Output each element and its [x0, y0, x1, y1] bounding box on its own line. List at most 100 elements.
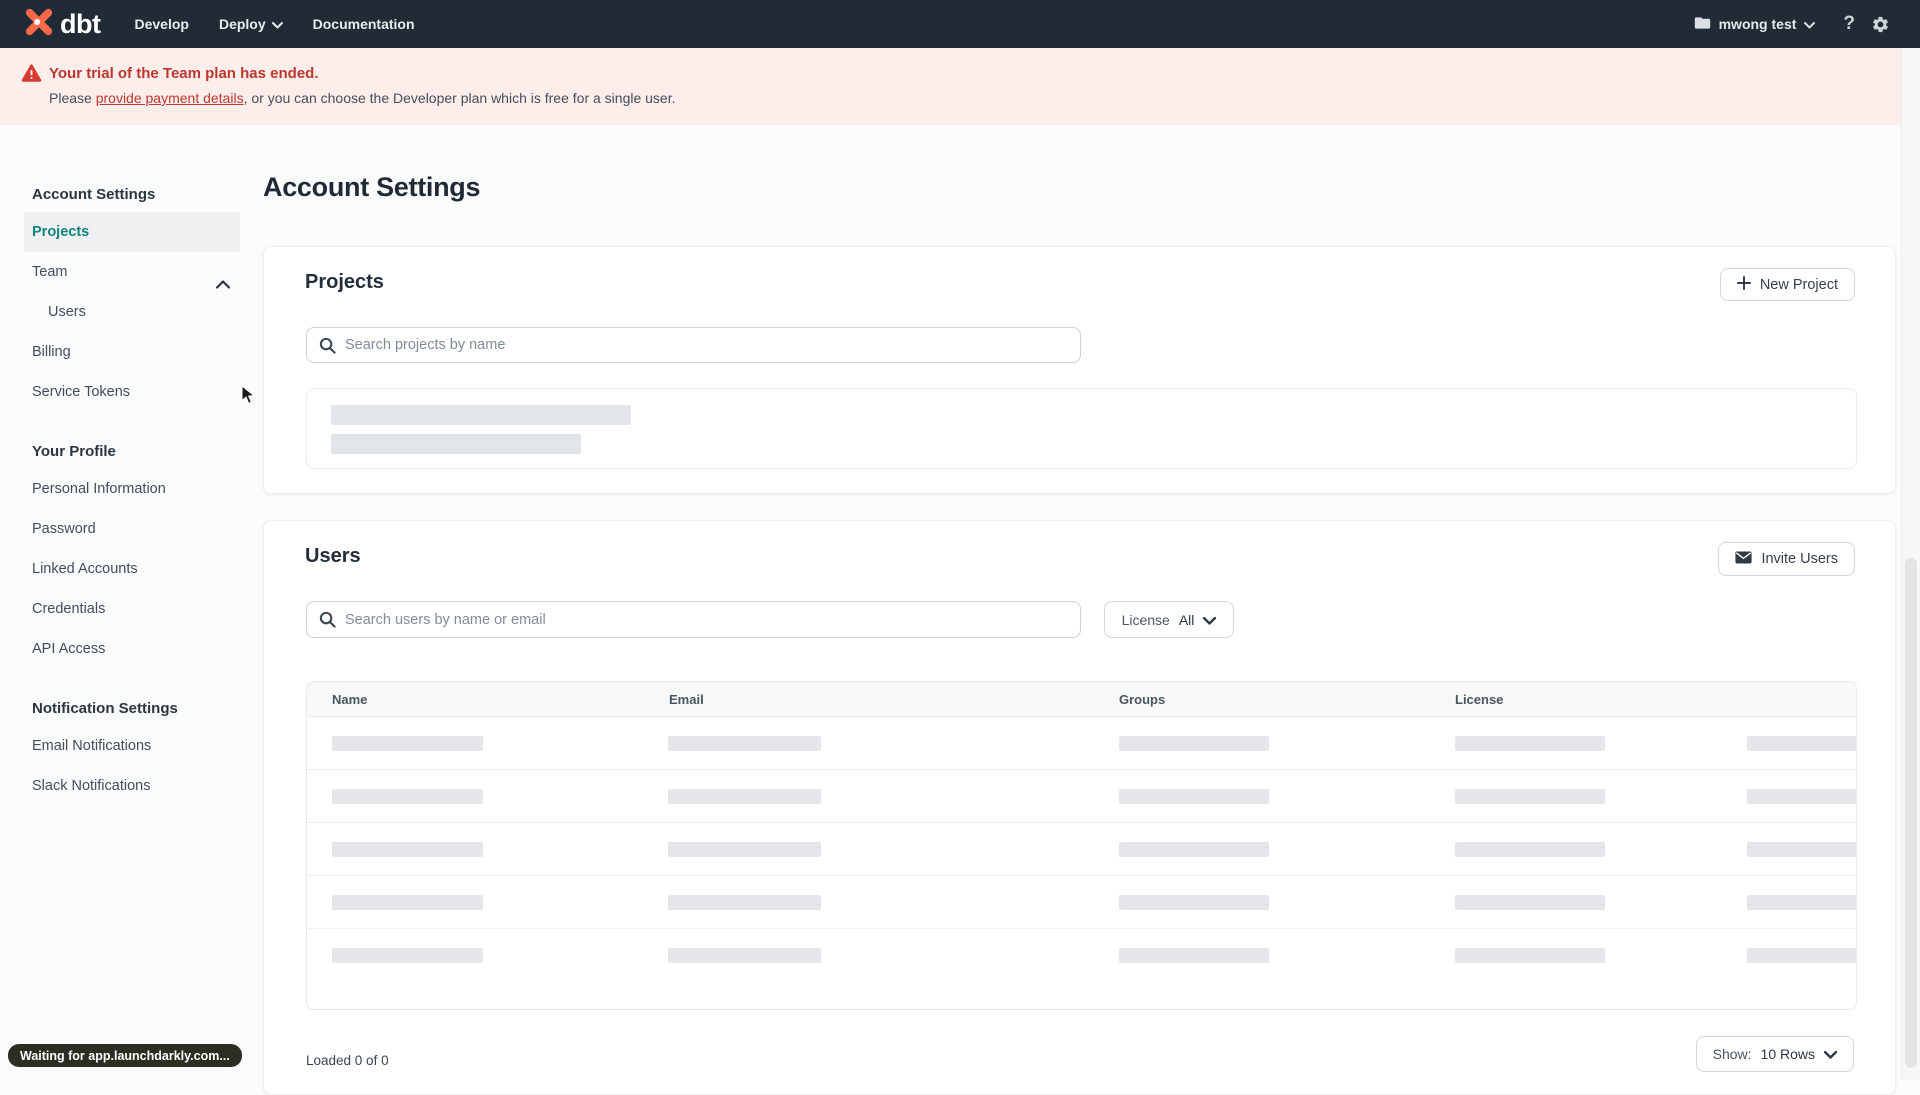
skeleton-bar — [1747, 842, 1856, 857]
trial-ended-banner: Your trial of the Team plan has ended. P… — [0, 48, 1920, 125]
skeleton-bar — [1119, 842, 1269, 857]
sidebar-item-password[interactable]: Password — [24, 509, 240, 549]
skeleton-bar — [668, 789, 821, 804]
dbt-logo-icon — [24, 7, 54, 42]
skeleton-bar — [1119, 895, 1269, 910]
column-header-license: License — [1455, 692, 1504, 707]
sidebar-item-email-notifications[interactable]: Email Notifications — [24, 726, 240, 766]
plus-icon — [1736, 275, 1751, 294]
users-card: Users Invite Users License All Name Emai… — [263, 520, 1896, 1095]
users-table-header: Name Email Groups License — [307, 682, 1856, 717]
scrollbar-thumb[interactable] — [1905, 558, 1917, 1068]
table-row-skeleton — [307, 876, 1856, 929]
skeleton-bar — [668, 895, 821, 910]
settings-sidebar: Account Settings Projects Team Users Bil… — [24, 178, 240, 806]
users-table: Name Email Groups License — [306, 681, 1857, 1010]
page-scrollbar[interactable] — [1901, 48, 1920, 1080]
skeleton-bar — [331, 434, 581, 454]
sidebar-item-credentials[interactable]: Credentials — [24, 589, 240, 629]
skeleton-bar — [1747, 895, 1856, 910]
nav-menu: Develop Deploy Documentation — [134, 16, 414, 32]
skeleton-bar — [1455, 895, 1605, 910]
skeleton-bar — [332, 895, 483, 910]
sidebar-item-linked-accounts[interactable]: Linked Accounts — [24, 549, 240, 589]
nav-item-deploy[interactable]: Deploy — [219, 16, 283, 32]
sidebar-item-billing[interactable]: Billing — [24, 332, 240, 372]
skeleton-bar — [668, 948, 821, 963]
show-rows-dropdown[interactable]: Show: 10 Rows — [1695, 1036, 1854, 1072]
projects-search — [306, 327, 1081, 363]
license-filter-dropdown[interactable]: License All — [1104, 601, 1234, 638]
sidebar-header-notification-settings: Notification Settings — [32, 700, 178, 717]
table-row-skeleton — [307, 770, 1856, 823]
sidebar-item-slack-notifications[interactable]: Slack Notifications — [24, 766, 240, 806]
sidebar-header-your-profile: Your Profile — [32, 443, 116, 460]
skeleton-bar — [331, 405, 631, 425]
warning-icon — [21, 64, 42, 88]
page-title: Account Settings — [263, 172, 481, 202]
invite-users-button[interactable]: Invite Users — [1718, 542, 1855, 576]
browser-status-tooltip: Waiting for app.launchdarkly.com... — [8, 1044, 242, 1067]
users-card-title: Users — [305, 545, 361, 567]
table-row-skeleton — [307, 823, 1856, 876]
dbt-logo[interactable]: dbt — [24, 7, 101, 42]
skeleton-bar — [1455, 948, 1605, 963]
banner-message: Please provide payment details, or you c… — [49, 90, 676, 106]
skeleton-bar — [1747, 736, 1856, 751]
loaded-count-text: Loaded 0 of 0 — [306, 1053, 389, 1068]
nav-right: mwong test ? — [1694, 13, 1890, 35]
sidebar-item-projects[interactable]: Projects — [24, 212, 240, 252]
chevron-down-icon — [1203, 612, 1217, 628]
skeleton-bar — [1747, 948, 1856, 963]
search-icon — [319, 611, 336, 633]
chevron-down-icon — [1804, 16, 1816, 32]
account-name: mwong test — [1718, 16, 1797, 32]
skeleton-bar — [1119, 948, 1269, 963]
nav-item-develop[interactable]: Develop — [134, 16, 188, 32]
skeleton-bar — [332, 789, 483, 804]
users-search-input[interactable] — [306, 601, 1081, 638]
projects-card: Projects New Project — [263, 246, 1896, 494]
skeleton-bar — [332, 736, 483, 751]
users-search — [306, 601, 1081, 638]
nav-item-documentation[interactable]: Documentation — [313, 16, 415, 32]
table-row-skeleton — [307, 717, 1856, 770]
projects-loading-skeleton — [306, 388, 1857, 469]
column-header-email: Email — [669, 692, 704, 707]
search-icon — [319, 337, 336, 359]
folder-icon — [1694, 16, 1711, 33]
skeleton-bar — [1455, 789, 1605, 804]
column-header-name: Name — [332, 692, 368, 707]
envelope-icon — [1735, 551, 1753, 568]
projects-search-input[interactable] — [306, 327, 1081, 363]
account-switcher[interactable]: mwong test — [1694, 16, 1816, 33]
skeleton-bar — [1747, 789, 1856, 804]
sidebar-item-users[interactable]: Users — [24, 292, 240, 332]
chevron-down-icon — [271, 16, 283, 32]
help-icon[interactable]: ? — [1843, 13, 1855, 35]
skeleton-bar — [1455, 842, 1605, 857]
sidebar-item-service-tokens[interactable]: Service Tokens — [24, 372, 240, 412]
mouse-cursor — [241, 384, 256, 410]
sidebar-item-team[interactable]: Team — [24, 252, 240, 292]
provide-payment-details-link[interactable]: provide payment details — [96, 90, 244, 106]
column-header-groups: Groups — [1119, 692, 1166, 707]
skeleton-bar — [1119, 789, 1269, 804]
skeleton-bar — [332, 842, 483, 857]
banner-title: Your trial of the Team plan has ended. — [49, 65, 319, 82]
sidebar-header-account-settings: Account Settings — [32, 186, 156, 203]
gear-icon[interactable] — [1871, 15, 1890, 34]
skeleton-bar — [1455, 736, 1605, 751]
new-project-button[interactable]: New Project — [1719, 268, 1855, 301]
top-navigation: dbt Develop Deploy Documentation mwong t… — [0, 0, 1920, 48]
projects-card-title: Projects — [305, 271, 384, 293]
table-row-skeleton — [307, 929, 1856, 982]
skeleton-bar — [332, 948, 483, 963]
skeleton-bar — [668, 736, 821, 751]
sidebar-item-personal-information[interactable]: Personal Information — [24, 469, 240, 509]
dbt-logo-text: dbt — [60, 8, 101, 39]
sidebar-item-api-access[interactable]: API Access — [24, 629, 240, 669]
chevron-down-icon — [1823, 1046, 1838, 1062]
skeleton-bar — [668, 842, 821, 857]
skeleton-bar — [1119, 736, 1269, 751]
